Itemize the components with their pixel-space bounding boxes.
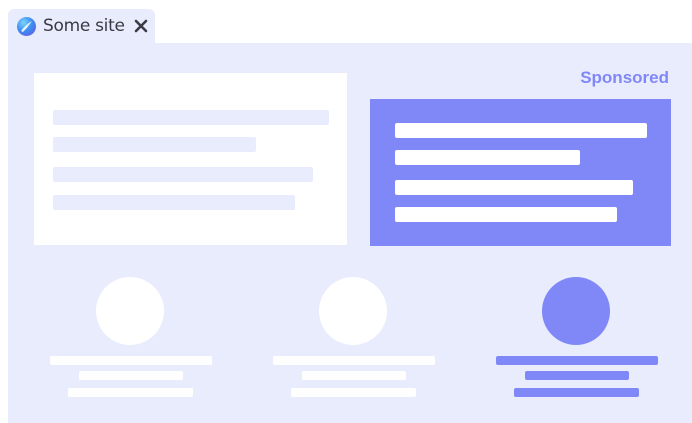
tab-title: Some site	[43, 16, 125, 36]
text-placeholder	[302, 371, 406, 380]
page-viewport: Sponsored	[8, 43, 692, 423]
sponsored-ad-card[interactable]	[370, 99, 671, 246]
text-placeholder	[53, 110, 329, 125]
text-placeholder	[53, 195, 295, 210]
avatar	[319, 277, 387, 345]
text-placeholder	[50, 356, 212, 365]
avatar	[96, 277, 164, 345]
browser-tab[interactable]: Some site	[8, 9, 155, 43]
sponsored-avatar[interactable]	[542, 277, 610, 345]
content-card	[34, 73, 347, 245]
sponsored-text-placeholder	[514, 388, 639, 397]
text-placeholder	[291, 388, 416, 397]
text-placeholder	[68, 388, 193, 397]
sponsored-label: Sponsored	[580, 68, 669, 87]
text-placeholder	[273, 356, 435, 365]
ad-text-placeholder	[395, 207, 617, 222]
close-icon[interactable]	[132, 17, 150, 35]
text-placeholder	[79, 371, 183, 380]
sponsored-text-placeholder	[496, 356, 658, 365]
site-favicon-icon	[17, 17, 36, 36]
ad-text-placeholder	[395, 150, 580, 165]
sponsored-text-placeholder	[525, 371, 629, 380]
text-placeholder	[53, 137, 256, 152]
ad-text-placeholder	[395, 180, 633, 195]
ad-text-placeholder	[395, 123, 647, 138]
text-placeholder	[53, 167, 313, 182]
